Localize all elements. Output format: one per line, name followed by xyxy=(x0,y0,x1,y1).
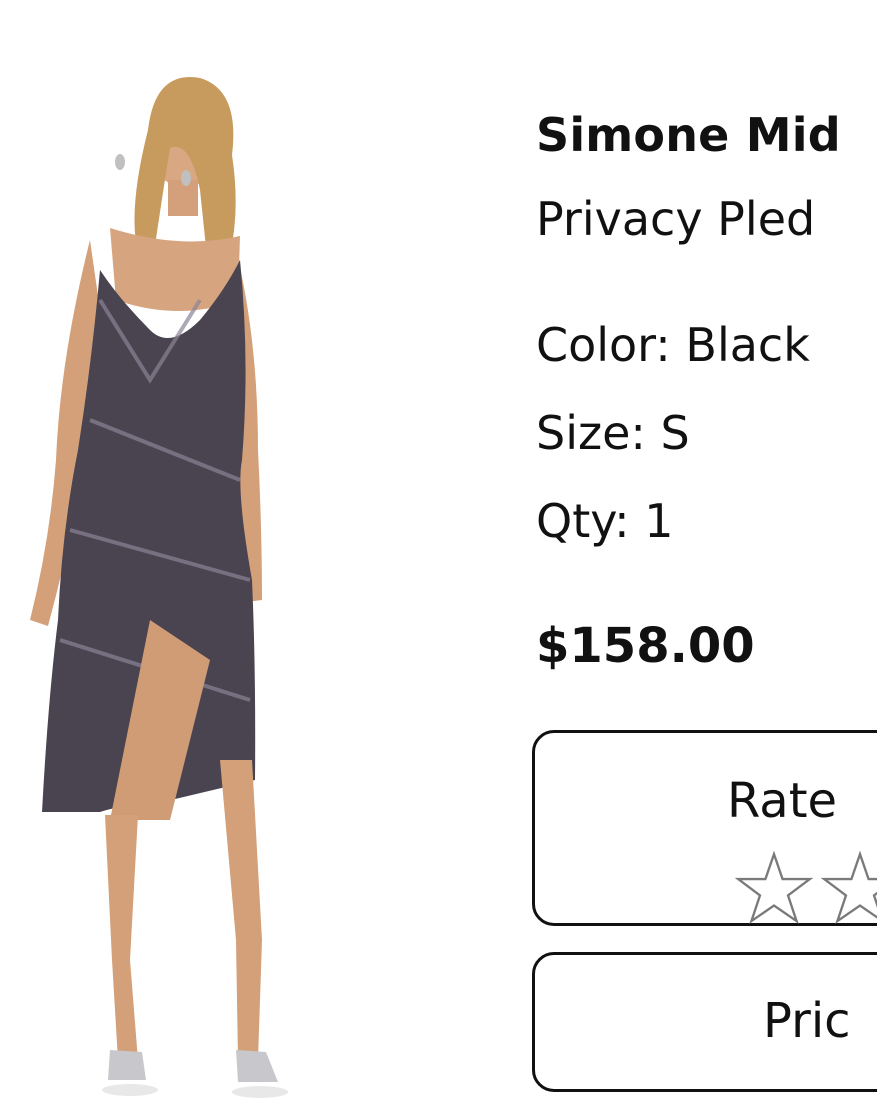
price-button-label: Pric xyxy=(763,993,851,1049)
product-title[interactable]: Simone Mid xyxy=(536,108,841,162)
product-brand[interactable]: Privacy Pled xyxy=(536,192,815,246)
star-outline-icon[interactable] xyxy=(735,851,813,925)
star-rating[interactable] xyxy=(735,851,877,925)
product-quantity: Qty: 1 xyxy=(536,494,674,548)
rating-label: Rate xyxy=(727,773,838,829)
star-outline-icon[interactable] xyxy=(821,851,877,925)
price-button[interactable]: Pric xyxy=(532,952,877,1092)
product-price: $158.00 xyxy=(536,618,755,674)
rating-panel: Rate xyxy=(532,730,877,926)
product-size: Size: S xyxy=(536,406,690,460)
product-image xyxy=(30,77,288,1098)
product-page: Simone Mid Privacy Pled Color: Black Siz… xyxy=(0,0,877,1100)
product-color: Color: Black xyxy=(536,318,810,372)
